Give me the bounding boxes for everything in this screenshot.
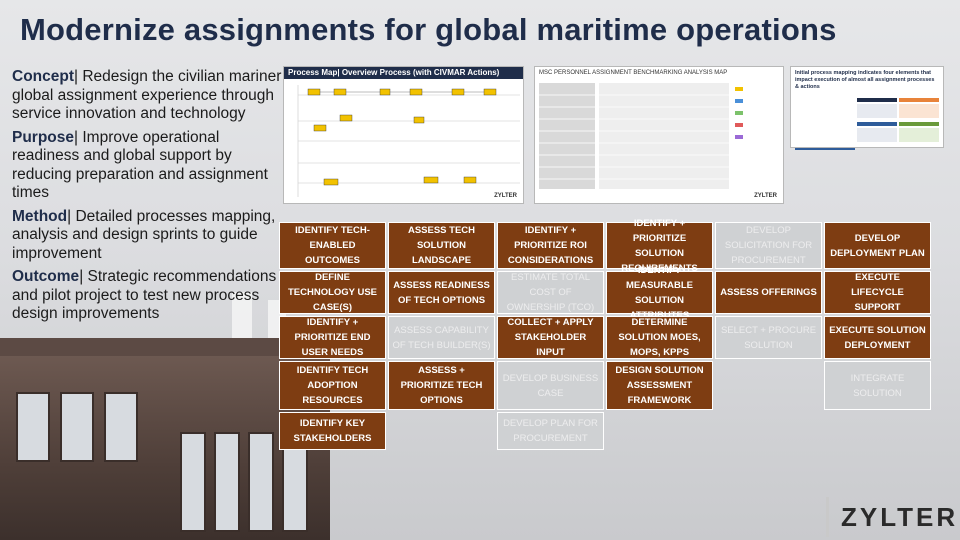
process-step-cell: IDENTIFY + PRIORITIZE END USER NEEDS xyxy=(279,316,386,359)
process-step-cell: ASSESS OFFERINGS xyxy=(715,271,822,314)
elements-quadrant-graphic xyxy=(795,98,939,150)
section-label: Concept xyxy=(12,68,74,85)
process-step-cell: IDENTIFY + PRIORITIZE ROI CONSIDERATIONS xyxy=(497,222,604,269)
process-step-cell: IDENTIFY TECH-ENABLED OUTCOMES xyxy=(279,222,386,269)
company-logo: ZYLTER xyxy=(826,497,958,537)
process-step-cell: DESIGN SOLUTION ASSESSMENT FRAMEWORK xyxy=(606,361,713,410)
process-step-cell: DEFINE TECHNOLOGY USE CASE(S) xyxy=(279,271,386,314)
process-step-cell: DETERMINE SOLUTION MOES, MOPS, KPPS xyxy=(606,316,713,359)
process-step-cell: IDENTIFY TECH ADOPTION RESOURCES xyxy=(279,361,386,410)
process-step-cell: ASSESS READINESS OF TECH OPTIONS xyxy=(388,271,495,314)
process-step-cell: ASSESS CAPABILITY OF TECH BUILDER(S) xyxy=(388,316,495,359)
section-purpose: Purpose| Improve operational readiness a… xyxy=(12,129,282,203)
process-step-cell: DEVELOP SOLICITATION FOR PROCUREMENT xyxy=(715,222,822,269)
section-separator: | xyxy=(67,207,72,225)
section-label: Method xyxy=(12,207,68,225)
logo-divider xyxy=(826,497,829,537)
section-method: Method| Detailed processes mapping, anal… xyxy=(12,208,282,264)
process-step-cell: SELECT + PROCURE SOLUTION xyxy=(715,316,822,359)
process-step-cell: DEVELOP PLAN FOR PROCUREMENT xyxy=(497,412,604,450)
process-step-cell: IDENTIFY MEASURABLE SOLUTION ATTRIBUTES xyxy=(606,265,713,321)
process-step-cell: DEVELOP BUSINESS CASE xyxy=(497,361,604,410)
thumbnail-title: Initial process mapping indicates four e… xyxy=(795,70,935,90)
process-step-cell: IDENTIFY KEY STAKEHOLDERS xyxy=(279,412,386,450)
section-label: Purpose xyxy=(12,128,75,146)
process-step-cell: ESTIMATE TOTAL COST OF OWNERSHIP (TCO) xyxy=(497,271,604,314)
process-map-thumbnail[interactable]: Process Map| Overview Process (with CIVM… xyxy=(283,66,524,204)
thumbnail-brand: ZYLTER xyxy=(494,193,517,199)
logo-text: ZYLTER xyxy=(841,501,959,532)
section-concept: Concept| Redesign the civilian mariner g… xyxy=(12,68,282,124)
section-outcome: Outcome| Strategic recommendations and p… xyxy=(12,268,282,324)
benchmarking-map-thumbnail[interactable]: MSC PERSONNEL ASSIGNMENT BENCHMARKING AN… xyxy=(534,66,784,204)
summary-sections: Concept| Redesign the civilian mariner g… xyxy=(12,68,282,329)
thumbnail-brand: ZYLTER xyxy=(754,193,777,199)
process-step-cell: DEVELOP DEPLOYMENT PLAN xyxy=(824,222,931,269)
process-map-diagram xyxy=(297,85,520,197)
section-separator: | xyxy=(79,268,84,285)
page-title: Modernize assignments for global maritim… xyxy=(20,12,837,47)
process-elements-thumbnail[interactable]: Initial process mapping indicates four e… xyxy=(790,66,944,150)
benchmark-table-graphic xyxy=(539,83,743,189)
process-step-cell: INTEGRATE SOLUTION xyxy=(824,361,931,410)
process-step-cell: ASSESS TECH SOLUTION LANDSCAPE xyxy=(388,222,495,269)
process-step-cell: EXECUTE LIFECYCLE SUPPORT xyxy=(824,271,931,314)
process-step-cell: COLLECT + APPLY STAKEHOLDER INPUT xyxy=(497,316,604,359)
process-step-cell: ASSESS + PRIORITIZE TECH OPTIONS xyxy=(388,361,495,410)
thumbnail-title: MSC PERSONNEL ASSIGNMENT BENCHMARKING AN… xyxy=(539,70,728,76)
section-label: Outcome xyxy=(12,268,80,285)
section-separator: | xyxy=(74,128,79,146)
process-step-cell: EXECUTE SOLUTION DEPLOYMENT xyxy=(824,316,931,359)
section-separator: | xyxy=(74,68,79,85)
thumbnail-title: Process Map| Overview Process (with CIVM… xyxy=(284,67,523,79)
